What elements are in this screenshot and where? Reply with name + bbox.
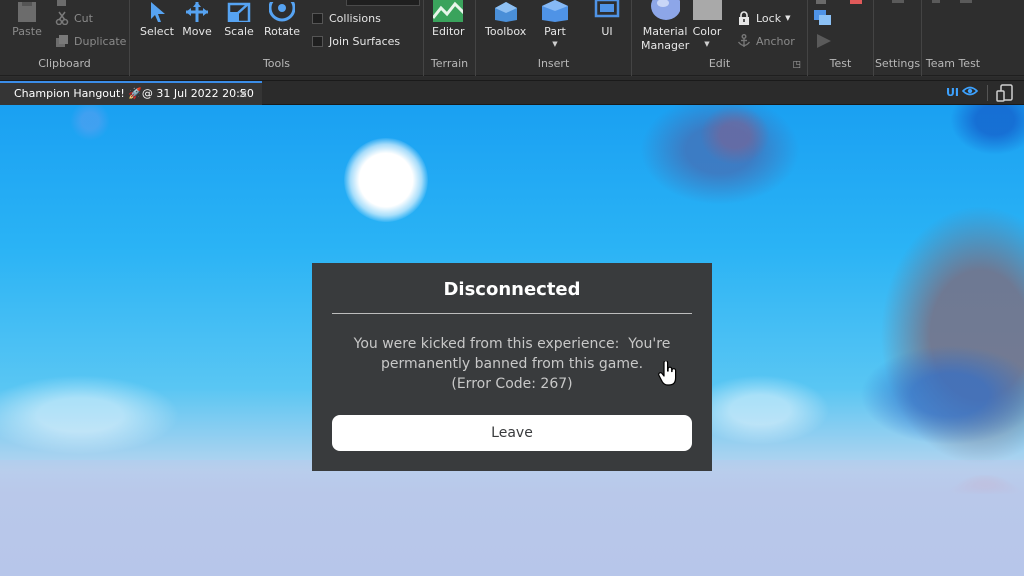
- group-tools: Select Move Scale Rotate Collisions Join…: [130, 0, 424, 76]
- rotate-icon: [267, 0, 297, 22]
- dialog-message-line: You were kicked from this experience: Yo…: [353, 336, 671, 352]
- team-test-group-label: Team Test: [925, 57, 981, 70]
- blurred-spot: [70, 105, 110, 141]
- select-arrow-icon: [142, 0, 172, 22]
- duplicate-icon: [54, 34, 70, 48]
- test-play-here-icon[interactable]: [816, 0, 826, 4]
- ui-visibility-toggle[interactable]: UI: [946, 86, 979, 99]
- join-surfaces-checkbox-box[interactable]: [312, 36, 323, 47]
- blurred-building-base: [860, 345, 1024, 445]
- group-clipboard: Paste Cut Duplicate Clipboard: [0, 0, 130, 76]
- material-manager-icon: [650, 0, 681, 22]
- device-icon: [996, 84, 1014, 106]
- part-button[interactable]: Part ▼: [540, 0, 570, 48]
- leave-button[interactable]: Leave: [332, 415, 692, 451]
- paste-button[interactable]: Paste: [12, 0, 42, 39]
- move-icon: [182, 0, 212, 22]
- exit-game-icon[interactable]: [960, 0, 972, 3]
- dialog-title: Disconnected: [443, 279, 581, 300]
- disconnected-dialog: Disconnected You were kicked from this e…: [312, 263, 712, 471]
- move-button[interactable]: Move: [182, 0, 212, 39]
- select-button[interactable]: Select: [140, 0, 174, 39]
- blurred-cloud-left: [0, 375, 180, 455]
- color-dropdown-caret[interactable]: ▼: [704, 40, 709, 48]
- dialog-message: You were kicked from this experience: Yo…: [332, 334, 692, 394]
- group-edit: Material Manager Color ▼ Lock ▼ Anchor ◳…: [632, 0, 808, 76]
- group-insert: Toolbox Part ▼ UI Insert: [476, 0, 632, 76]
- device-emulator-button[interactable]: [996, 84, 1014, 106]
- ground: [0, 460, 1024, 576]
- duplicate-button[interactable]: Duplicate: [54, 34, 126, 48]
- tab-label: Champion Hangout! 🚀@ 31 Jul 2022 20:50: [14, 87, 254, 100]
- document-tab-bar: Champion Hangout! 🚀@ 31 Jul 2022 20:50 ✕…: [0, 80, 1024, 105]
- edit-group-label: Edit: [708, 57, 731, 70]
- ui-insert-button[interactable]: UI: [592, 0, 622, 39]
- blurred-object-top-dark: [700, 105, 770, 165]
- tab-place-document[interactable]: Champion Hangout! 🚀@ 31 Jul 2022 20:50 ✕: [0, 81, 262, 105]
- group-settings: Settings: [874, 0, 922, 76]
- group-test: Test: [808, 0, 874, 76]
- test-group-label: Test: [829, 57, 852, 70]
- anchor-button[interactable]: Anchor: [736, 34, 795, 48]
- lock-dropdown-caret[interactable]: ▼: [785, 14, 790, 22]
- lock-button[interactable]: Lock ▼: [736, 11, 790, 25]
- toolbox-icon: [491, 0, 521, 22]
- cut-button[interactable]: Cut: [54, 11, 93, 25]
- toolbox-button[interactable]: Toolbox: [485, 0, 526, 39]
- stop-icon[interactable]: [850, 0, 862, 4]
- ribbon-toolbar: Paste Cut Duplicate Clipboard Select Mov…: [0, 0, 1024, 76]
- dialog-error-code: (Error Code: 267): [451, 376, 573, 392]
- hand-cursor-icon: [658, 360, 678, 391]
- copy-icon: [54, 0, 70, 8]
- settings-group-label: Settings: [874, 57, 921, 70]
- play-icon[interactable]: [816, 33, 832, 53]
- material-manager-button[interactable]: Material Manager: [641, 0, 689, 53]
- settings-gear-icon[interactable]: [892, 0, 904, 3]
- dialog-divider: [332, 313, 692, 314]
- sun: [344, 138, 428, 222]
- part-icon: [540, 0, 570, 22]
- team-test-icon[interactable]: [932, 0, 940, 3]
- dialog-message-line: permanently banned from this game.: [380, 356, 644, 372]
- copy-button[interactable]: [54, 0, 74, 8]
- clipboard-group-label: Clipboard: [38, 57, 91, 70]
- join-surfaces-checkbox[interactable]: Join Surfaces: [312, 35, 400, 48]
- part-dropdown-caret[interactable]: ▼: [552, 40, 557, 48]
- lock-icon: [736, 11, 752, 25]
- transform-field[interactable]: [346, 0, 420, 6]
- group-team-test: Team Test: [922, 0, 984, 76]
- rotate-button[interactable]: Rotate: [264, 0, 300, 39]
- paste-icon: [12, 0, 42, 22]
- eye-icon: [961, 86, 979, 99]
- terrain-group-label: Terrain: [430, 57, 469, 70]
- scale-icon: [224, 0, 254, 22]
- collisions-checkbox[interactable]: Collisions: [312, 12, 381, 25]
- color-button[interactable]: Color ▼: [692, 0, 722, 48]
- color-icon: [692, 0, 722, 22]
- client-server-icon[interactable]: [814, 10, 832, 30]
- tabbar-separator: [987, 85, 988, 101]
- blurred-corner-object: [950, 105, 1024, 155]
- group-terrain: Editor Terrain: [424, 0, 476, 76]
- anchor-icon: [736, 34, 752, 48]
- cut-icon: [54, 11, 70, 25]
- terrain-editor-button[interactable]: Editor: [432, 0, 465, 39]
- ui-icon: [592, 0, 622, 22]
- scale-button[interactable]: Scale: [224, 0, 254, 39]
- insert-group-label: Insert: [537, 57, 570, 70]
- terrain-editor-icon: [433, 0, 464, 22]
- close-icon[interactable]: ✕: [238, 87, 248, 101]
- collisions-checkbox-box[interactable]: [312, 13, 323, 24]
- tools-group-label: Tools: [262, 57, 291, 70]
